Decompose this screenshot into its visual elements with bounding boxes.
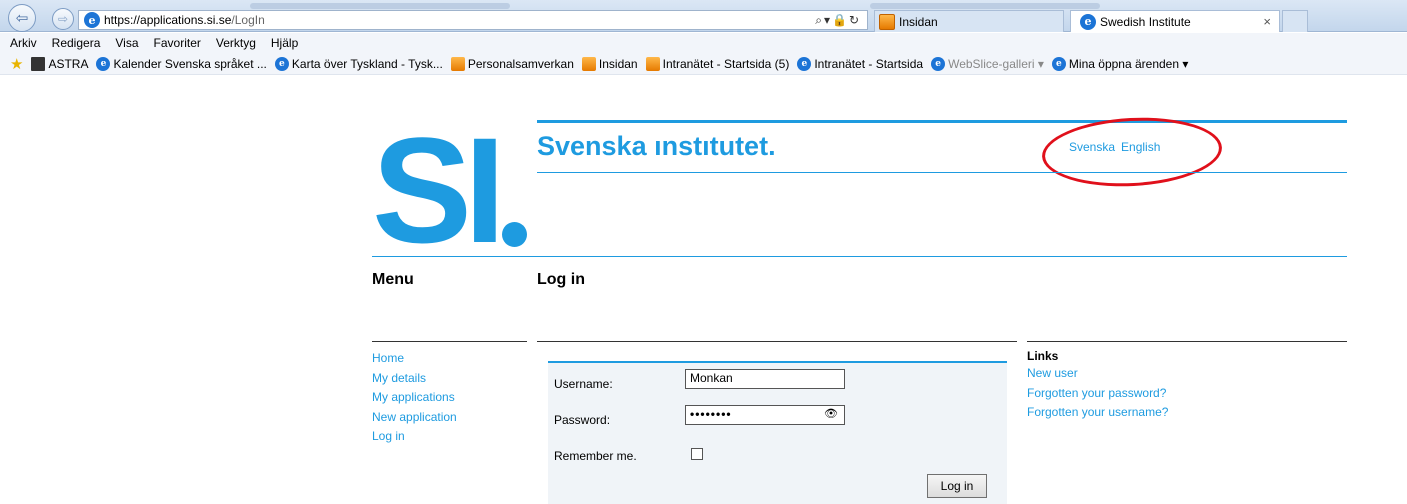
ie-icon: e — [274, 56, 289, 71]
login-form: Username: Monkan Password: •••••••• 👁 Re… — [548, 361, 1007, 504]
favorite-icon — [581, 56, 596, 71]
blurred-title — [250, 3, 510, 9]
logo-text: SI — [372, 106, 506, 274]
blurred-title — [870, 3, 1100, 9]
menu-item-home[interactable]: Home — [372, 349, 457, 369]
browser-menubar: Arkiv Redigera Visa Favoriter Verktyg Hj… — [0, 33, 1407, 53]
ie-icon: e — [84, 12, 100, 28]
address-bar[interactable]: e https://applications.si.se/LogIn ⌕▾🔒↻ — [78, 10, 868, 30]
password-label: Password: — [554, 413, 611, 427]
menu-favoriter[interactable]: Favoriter — [154, 36, 201, 50]
tab-label: Insidan — [899, 14, 938, 29]
tab-insidan[interactable]: Insidan — [874, 10, 1064, 32]
menu-item-my-applications[interactable]: My applications — [372, 388, 457, 408]
remember-label: Remember me. — [554, 449, 637, 463]
back-button[interactable]: ⇦ — [8, 4, 36, 32]
close-tab-icon[interactable]: × — [1263, 14, 1271, 29]
back-arrow-icon: ⇦ — [15, 9, 29, 27]
reveal-password-icon[interactable]: 👁 — [824, 407, 838, 420]
browser-titlebar: ⇦ ⇨ e https://applications.si.se/LogIn ⌕… — [0, 0, 1407, 32]
ie-icon: e — [797, 56, 812, 71]
links-rule — [1027, 341, 1347, 342]
favorite-kalender[interactable]: e Kalender Svenska språket ... — [96, 56, 267, 71]
menu-rule — [372, 341, 527, 342]
favorite-intranatet[interactable]: e Intranätet - Startsida — [797, 56, 923, 71]
tab-swedish-institute[interactable]: e Swedish Institute × — [1070, 10, 1280, 32]
favorite-personalsamverkan[interactable]: Personalsamverkan — [450, 56, 574, 71]
favorite-mina-arenden[interactable]: e Mina öppna ärenden ▾ — [1051, 56, 1188, 71]
brand-divider — [537, 172, 1347, 173]
menu-item-new-application[interactable]: New application — [372, 408, 457, 428]
favorite-karta[interactable]: e Karta över Tyskland - Tysk... — [274, 56, 443, 71]
dropdown-icon[interactable]: ▾ — [824, 13, 832, 27]
main-rule — [537, 341, 1017, 342]
logo-dot — [502, 222, 527, 247]
forward-arrow-icon: ⇨ — [57, 12, 69, 26]
username-label: Username: — [554, 377, 613, 391]
favorite-webslice[interactable]: e WebSlice-galleri ▾ — [931, 56, 1044, 71]
favorite-astra[interactable]: ASTRA — [31, 56, 88, 71]
header-divider — [372, 256, 1347, 257]
new-tab-button[interactable] — [1282, 10, 1308, 32]
favorite-icon — [879, 13, 895, 30]
brand-name: Svenska ınstıtutet. — [537, 131, 776, 161]
favorites-star-icon[interactable]: ★ — [10, 55, 23, 73]
si-logo[interactable]: SI — [372, 115, 532, 265]
book-icon — [31, 56, 46, 71]
ie-icon: e — [1051, 56, 1066, 71]
remember-checkbox[interactable] — [691, 448, 703, 460]
ie-icon: e — [1080, 13, 1096, 30]
menu-item-my-details[interactable]: My details — [372, 369, 457, 389]
header-top-line — [537, 120, 1347, 123]
menu-redigera[interactable]: Redigera — [52, 36, 101, 50]
forward-button[interactable]: ⇨ — [52, 8, 74, 30]
favorite-insidan[interactable]: Insidan — [581, 56, 638, 71]
menu-arkiv[interactable]: Arkiv — [10, 36, 37, 50]
refresh-icon[interactable]: ↻ — [849, 13, 861, 27]
lock-icon: 🔒 — [831, 13, 849, 27]
password-value: •••••••• — [690, 407, 732, 421]
link-new-user[interactable]: New user — [1027, 364, 1168, 384]
favorite-intranatet-5[interactable]: Intranätet - Startsida (5) — [645, 56, 789, 71]
search-icon[interactable]: ⌕ — [815, 13, 824, 27]
menu-hjalp[interactable]: Hjälp — [271, 36, 298, 50]
favorite-icon — [645, 56, 660, 71]
menu-verktyg[interactable]: Verktyg — [216, 36, 256, 50]
links-heading: Links — [1027, 349, 1059, 363]
menu-visa[interactable]: Visa — [115, 36, 138, 50]
url-text: https://applications.si.se/LogIn — [104, 13, 265, 27]
username-value: Monkan — [690, 371, 733, 385]
ie-icon: e — [931, 56, 946, 71]
link-forgot-username[interactable]: Forgotten your username? — [1027, 403, 1168, 423]
favorites-bar: ★ ASTRA e Kalender Svenska språket ... e… — [0, 53, 1407, 75]
username-input[interactable]: Monkan — [685, 369, 845, 389]
menu-heading: Menu — [372, 271, 414, 288]
password-input[interactable]: •••••••• 👁 — [685, 405, 845, 425]
highlight-ellipse — [1040, 113, 1224, 191]
side-menu: Home My details My applications New appl… — [372, 349, 457, 447]
address-tools[interactable]: ⌕▾🔒↻ — [815, 13, 861, 28]
ie-icon: e — [96, 56, 111, 71]
link-forgot-password[interactable]: Forgotten your password? — [1027, 384, 1168, 404]
tab-label: Swedish Institute — [1100, 14, 1191, 29]
page-title: Log in — [537, 271, 585, 288]
links-panel: Links New user Forgotten your password? … — [1027, 349, 1168, 423]
favorite-icon — [450, 56, 465, 71]
menu-item-log-in[interactable]: Log in — [372, 427, 457, 447]
login-button[interactable]: Log in — [927, 474, 987, 498]
